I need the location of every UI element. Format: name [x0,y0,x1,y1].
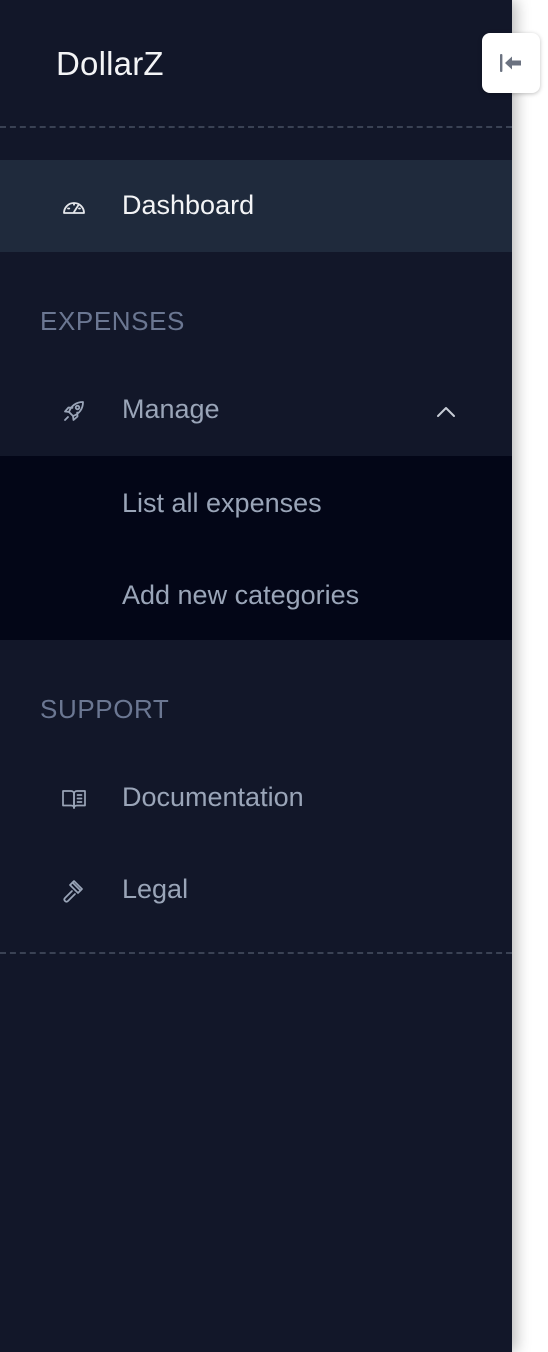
submenu-item-label: Add new categories [122,580,360,610]
sidebar-item-dashboard[interactable]: Dashboard [0,160,512,252]
sidebar-item-label: Documentation [122,782,304,812]
submenu-item-list-expenses[interactable]: List all expenses [0,456,512,548]
sidebar-divider-top [0,126,512,128]
speedometer-icon [60,193,88,221]
sidebar-item-label: Manage [122,394,220,424]
sidebar-item-label: Dashboard [122,190,255,220]
collapse-sidebar-button[interactable] [482,33,540,93]
section-title-support: SUPPORT [40,694,170,724]
rocket-icon [60,397,88,425]
chevron-up-icon[interactable] [432,398,460,426]
gavel-icon [60,877,88,905]
submenu-item-add-categories[interactable]: Add new categories [0,548,512,640]
sidebar-item-manage[interactable]: Manage [0,364,512,456]
book-open-icon [60,785,88,813]
sidebar-item-documentation[interactable]: Documentation [0,752,512,844]
sidebar: DollarZ Dashboard EXPENSES Manage List a… [0,0,512,1352]
sidebar-item-legal[interactable]: Legal [0,844,512,936]
manage-submenu: List all expenses Add new categories [0,456,512,640]
brand-name: DollarZ [56,45,164,82]
section-title-expenses: EXPENSES [40,306,185,336]
sidebar-item-label: Legal [122,874,189,904]
app-page: DollarZ Dashboard EXPENSES Manage List a… [0,0,548,1352]
sidebar-divider-bottom [0,952,512,954]
collapse-sidebar-icon [500,54,521,72]
submenu-item-label: List all expenses [122,488,322,518]
